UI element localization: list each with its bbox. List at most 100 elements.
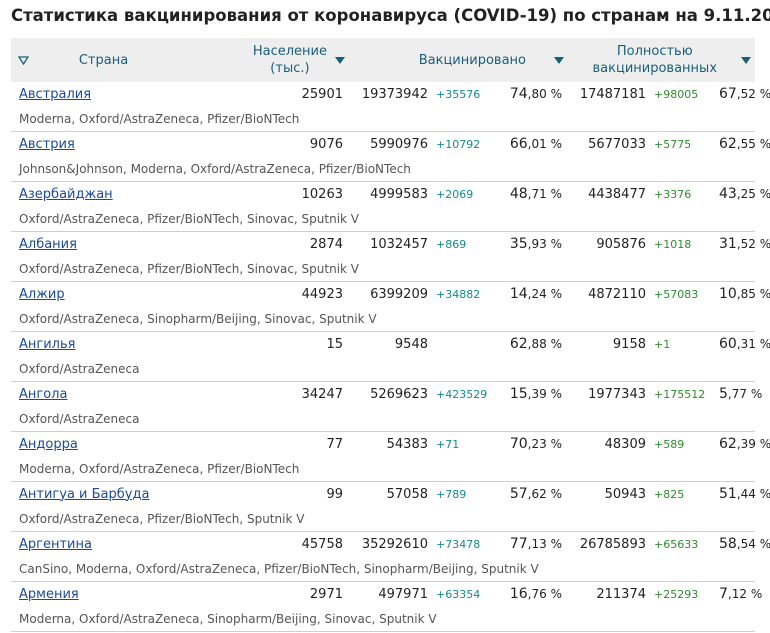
country-link[interactable]: Ангола [19,387,67,402]
country-link[interactable]: Армения [19,587,79,602]
population-cell: 10263 [301,186,343,202]
full-delta-cell: +175512 [652,382,719,407]
percent-sign: % [550,387,562,401]
full-delta: +1 [654,337,671,351]
full-delta-cell: +57083 [652,282,719,307]
vaccines-row: CanSino, Moderna, Oxford/AstraZeneca, Pf… [11,556,756,582]
country-link[interactable]: Азербайджан [19,187,113,202]
vaccines-list: Oxford/AstraZeneca [11,406,756,432]
table-row: Антигуа и Барбуда 99 57058 +789 57,62 % … [11,482,770,507]
full-pct-dec: ,25 [736,187,756,201]
vaccinated-pct-int: 74 [509,86,528,102]
sort-vaccinated-icon[interactable] [554,56,564,64]
country-cell: Азербайджан [11,182,222,207]
vaccinated-pct-int: 14 [509,286,528,302]
vaccinated-pct-int: 16 [509,586,528,602]
population-cell: 25901 [301,86,343,102]
header-population[interactable]: Население (тыс.) [222,38,349,82]
population-cell: 9076 [309,136,343,152]
population-cell: 2874 [309,236,343,252]
percent-sign: % [750,587,763,601]
vaccinated-delta-cell: +869 [434,232,499,257]
percent-sign: % [550,487,562,501]
full-pct-sign: % [747,387,762,401]
population-cell: 77 [326,436,343,452]
full-delta: +589 [654,437,685,451]
full-pct-int: 31 [719,236,737,252]
percent-sign: % [550,587,562,601]
percent-sign: % [760,437,770,451]
full-pct-dec: ,31 [736,337,756,351]
table-row: Албания 2874 1032457 +869 35,93 % 905876… [11,232,770,257]
country-link[interactable]: Алжир [19,287,65,302]
vaccinated-pct-sign: % [547,287,562,301]
percent-sign: % [550,137,562,151]
full-pct-sign: % [756,487,770,501]
vaccinated-pct-dec: ,23 [527,437,547,451]
header-country[interactable]: Страна [11,38,222,82]
country-link[interactable]: Андорра [19,437,78,452]
vaccinated-cell: 6399209 [370,286,428,302]
vaccinated-delta-cell: +34882 [434,282,499,307]
full-pct-int: 58 [719,536,737,552]
vaccines-row: Oxford/AstraZeneca, Pfizer/BioNTech, Sin… [11,206,756,232]
full-pct-int: 67 [719,86,737,102]
triangle-outline-down-icon[interactable] [18,55,29,65]
vaccinated-pct-cell: 57,62 % [499,482,568,507]
vaccinated-delta-cell: +35576 [434,82,499,106]
full-pct-sign: % [756,237,770,251]
vaccinated-delta-cell: +63354 [434,582,499,607]
country-link[interactable]: Аргентина [19,537,92,552]
full-pct-cell: 58,54 % [719,532,770,557]
vaccinated-pct-cell: 48,71 % [499,182,568,207]
vaccines-row: Oxford/AstraZeneca, Pfizer/BioNTech, Sin… [11,256,756,282]
percent-sign: % [750,387,763,401]
country-cell: Ангола [11,382,222,407]
vaccinated-pct-dec: ,24 [527,287,547,301]
country-link[interactable]: Австрия [19,137,75,152]
vaccinated-pct-dec: ,80 [527,87,547,101]
full-delta-cell: +825 [652,482,719,507]
vaccinated-pct-sign: % [547,337,562,351]
country-link[interactable]: Ангилья [19,337,75,352]
sort-full-icon[interactable] [741,56,752,64]
population-cell: 99 [326,486,343,502]
vaccinated-cell: 57058 [386,486,428,502]
vaccinated-pct-int: 77 [509,536,528,552]
vaccinated-delta: +2069 [436,187,474,201]
full-pct-dec: ,44 [736,487,756,501]
vaccinated-pct-dec: ,01 [527,137,547,151]
vaccinated-delta-cell: +71 [434,432,499,457]
population-cell: 45758 [301,536,343,552]
vaccinated-cell: 5990976 [370,136,428,152]
vaccinated-pct-sign: % [547,87,562,101]
country-link[interactable]: Австралия [19,87,91,102]
table-header-row: Страна Население (тыс.) Вакцинировано По… [11,38,756,82]
header-population-label: Население (тыс.) [253,43,327,77]
table-row: Австрия 9076 5990976 +10792 66,01 % 5677… [11,132,770,157]
vaccinated-delta-cell: +73478 [434,532,499,557]
full-pct-dec: ,85 [736,287,756,301]
country-link[interactable]: Албания [19,237,77,252]
vaccines-list: Oxford/AstraZeneca, Pfizer/BioNTech, Sin… [11,256,756,282]
header-full-line1: Полностью [616,44,693,59]
vaccinated-delta: +10792 [436,137,481,151]
full-delta: +57083 [654,287,699,301]
vaccines-list: Oxford/AstraZeneca, Sinopharm/Beijing, S… [11,306,756,332]
full-pct-cell: 5,77 % [719,382,762,407]
header-full[interactable]: Полностью вакцинированных [568,38,756,82]
full-delta: +65633 [654,537,699,551]
vaccinated-cell: 4999583 [370,186,428,202]
country-link[interactable]: Антигуа и Барбуда [19,487,149,502]
vaccinated-delta: +34882 [436,287,481,301]
vaccinated-pct-dec: ,39 [527,387,547,401]
percent-sign: % [550,237,562,251]
full-delta-cell: +1018 [652,232,719,257]
percent-sign: % [550,187,562,201]
vaccines-list: Moderna, Oxford/AstraZeneca, Pfizer/BioN… [11,106,756,132]
vaccinated-pct-cell: 74,80 % [499,82,568,106]
vaccinated-cell: 5269623 [370,386,428,402]
full-cell: 905876 [596,236,646,252]
header-vaccinated[interactable]: Вакцинировано [349,38,568,82]
sort-population-icon[interactable] [335,56,345,64]
